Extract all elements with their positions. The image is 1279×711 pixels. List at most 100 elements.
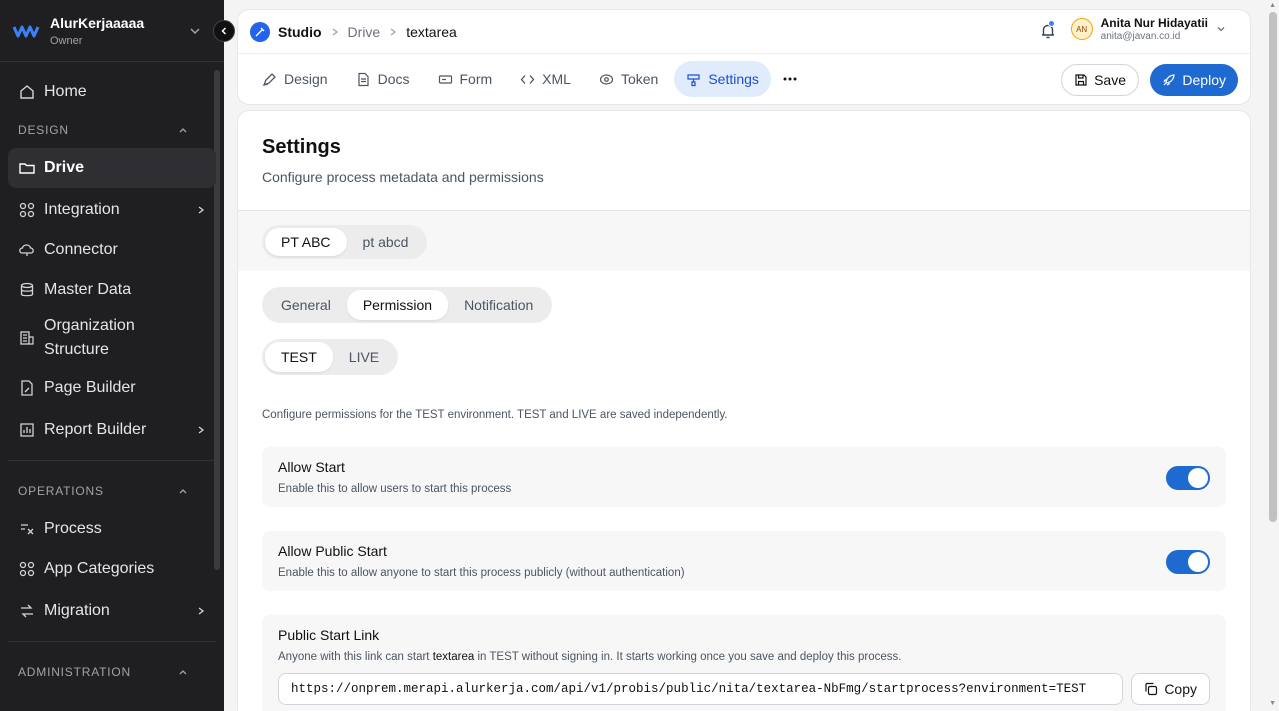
sidebar-item-master-data[interactable]: Master Data — [8, 270, 216, 310]
integration-icon — [19, 202, 35, 218]
scroll-down-arrow[interactable]: ▼ — [1269, 700, 1276, 707]
chevron-up-icon — [179, 128, 187, 133]
chevron-right-icon — [198, 607, 205, 615]
sidebar-item-drive[interactable]: Drive — [8, 148, 216, 188]
sidebar-item-label: Process — [44, 520, 102, 537]
connector-icon — [19, 244, 34, 256]
section-operations[interactable]: OPERATIONS — [8, 473, 216, 509]
page-title: Settings — [262, 136, 341, 158]
breadcrumb-current: textarea — [406, 23, 457, 40]
sidebar-item-connector[interactable]: Connector — [8, 230, 216, 270]
breadcrumb-drive[interactable]: Drive — [348, 24, 381, 40]
sidebar-divider — [8, 460, 216, 461]
grid-icon — [19, 561, 35, 577]
deploy-label: Deploy — [1182, 72, 1226, 88]
workspace-role: Owner — [50, 34, 83, 47]
save-button[interactable]: Save — [1061, 64, 1139, 96]
tab-docs[interactable]: Docs — [344, 61, 422, 97]
breadcrumb-studio[interactable]: Studio — [278, 24, 322, 40]
sidebar-item-label: Organization Structure — [44, 317, 135, 358]
sidebar-item-label: Drive — [44, 159, 85, 176]
sidebar-item-label: Migration — [44, 602, 110, 619]
env-live[interactable]: LIVE — [333, 342, 395, 372]
page-icon — [21, 380, 33, 396]
allow-start-desc: Enable this to allow users to start this… — [278, 483, 512, 495]
subtab-general[interactable]: General — [265, 290, 347, 320]
allow-public-start-toggle[interactable] — [1166, 550, 1210, 574]
sidebar-item-organization-structure[interactable]: Organization Structure — [8, 310, 216, 366]
desc-process-name: textarea — [432, 651, 475, 663]
public-link-field[interactable]: https://onprem.merapi.alurkerja.com/api/… — [278, 673, 1124, 705]
sidebar-item-label: App Categories — [44, 560, 155, 577]
more-options-button[interactable] — [775, 64, 805, 94]
tab-xml[interactable]: XML — [508, 61, 583, 97]
scroll-up-arrow[interactable]: ▲ — [1269, 2, 1276, 9]
tab-form[interactable]: Form — [426, 61, 505, 97]
environment-switcher: TEST LIVE — [262, 339, 399, 375]
sidebar-item-label: Page Builder — [44, 379, 136, 396]
chevron-right-icon — [198, 426, 205, 434]
sidebar-item-label: Home — [44, 83, 87, 100]
page-scrollbar[interactable] — [1269, 12, 1277, 522]
docs-icon — [357, 72, 369, 86]
sidebar-item-app-categories[interactable]: App Categories — [8, 549, 216, 589]
report-icon — [20, 423, 34, 437]
tab-label: Token — [620, 71, 659, 87]
avatar: AN — [1070, 18, 1093, 40]
allow-start-title: Allow Start — [278, 459, 345, 475]
subtab-notification[interactable]: Notification — [448, 290, 549, 320]
sidebar-item-page-builder[interactable]: Page Builder — [8, 368, 216, 408]
tab-label: Form — [459, 71, 493, 87]
workspace-switcher[interactable]: AlurKerjaaaaa Owner — [0, 0, 224, 62]
tab-settings[interactable]: Settings — [674, 61, 771, 97]
sidebar-item-home[interactable]: Home — [8, 72, 216, 112]
page-subtitle: Configure process metadata and permissio… — [262, 169, 544, 185]
allow-public-start-card: Allow Public Start Enable this to allow … — [262, 531, 1226, 591]
rocket-icon — [1163, 74, 1176, 86]
tab-token[interactable]: Token — [587, 61, 670, 97]
section-design[interactable]: DESIGN — [8, 112, 216, 148]
desc-text: in TEST without signing in. It starts wo… — [474, 651, 902, 663]
section-label: OPERATIONS — [18, 484, 104, 498]
copy-button[interactable]: Copy — [1131, 673, 1210, 705]
allow-public-start-title: Allow Public Start — [278, 543, 387, 559]
tab-design[interactable]: Design — [250, 61, 340, 97]
sidebar-item-report-builder[interactable]: Report Builder — [8, 410, 216, 450]
sidebar-item-label: Integration — [44, 201, 120, 218]
company-switcher: PT ABC pt abcd — [262, 225, 428, 259]
chevron-right-icon — [390, 27, 397, 36]
sidebar-item-process[interactable]: Process — [8, 509, 216, 549]
company-pt-abcd[interactable]: pt abcd — [347, 228, 425, 256]
company-pt-abc[interactable]: PT ABC — [265, 228, 347, 256]
desc-text: Anyone with this link can start — [278, 651, 433, 663]
section-label: ADMINISTRATION — [18, 665, 131, 679]
migration-icon — [21, 604, 33, 618]
allow-start-toggle[interactable] — [1166, 466, 1210, 490]
more-horizontal-icon — [783, 77, 797, 81]
save-icon — [1075, 74, 1087, 86]
collapse-sidebar-button[interactable] — [213, 20, 235, 42]
token-icon — [599, 73, 614, 85]
tab-label: Design — [284, 71, 328, 87]
public-start-link-card: Public Start Link Anyone with this link … — [262, 615, 1226, 711]
sidebar-item-label: Master Data — [44, 281, 132, 298]
settings-icon — [687, 73, 700, 86]
chevron-up-icon — [179, 670, 187, 675]
subtab-permission[interactable]: Permission — [346, 290, 449, 320]
user-menu[interactable]: AN Anita Nur Hidayatii anita@javan.co.id — [1070, 16, 1226, 42]
section-administration[interactable]: ADMINISTRATION — [8, 654, 216, 690]
chevron-down-icon — [190, 28, 200, 35]
sidebar-item-migration[interactable]: Migration — [8, 591, 216, 631]
brand-logo-icon — [12, 25, 40, 37]
chevron-right-icon — [332, 27, 338, 36]
top-bar: Studio Drive textarea AN Anita Nur Hiday… — [237, 9, 1251, 53]
env-test[interactable]: TEST — [265, 342, 333, 372]
sidebar-divider — [8, 641, 216, 642]
sidebar: AlurKerjaaaaa Owner Home DESIGN Drive In… — [0, 0, 224, 711]
process-icon — [21, 524, 34, 535]
user-email: anita@javan.co.id — [1100, 31, 1181, 42]
folder-icon — [19, 163, 35, 174]
deploy-button[interactable]: Deploy — [1150, 64, 1238, 96]
sidebar-item-integration[interactable]: Integration — [8, 190, 216, 230]
chevron-left-icon — [221, 27, 227, 35]
